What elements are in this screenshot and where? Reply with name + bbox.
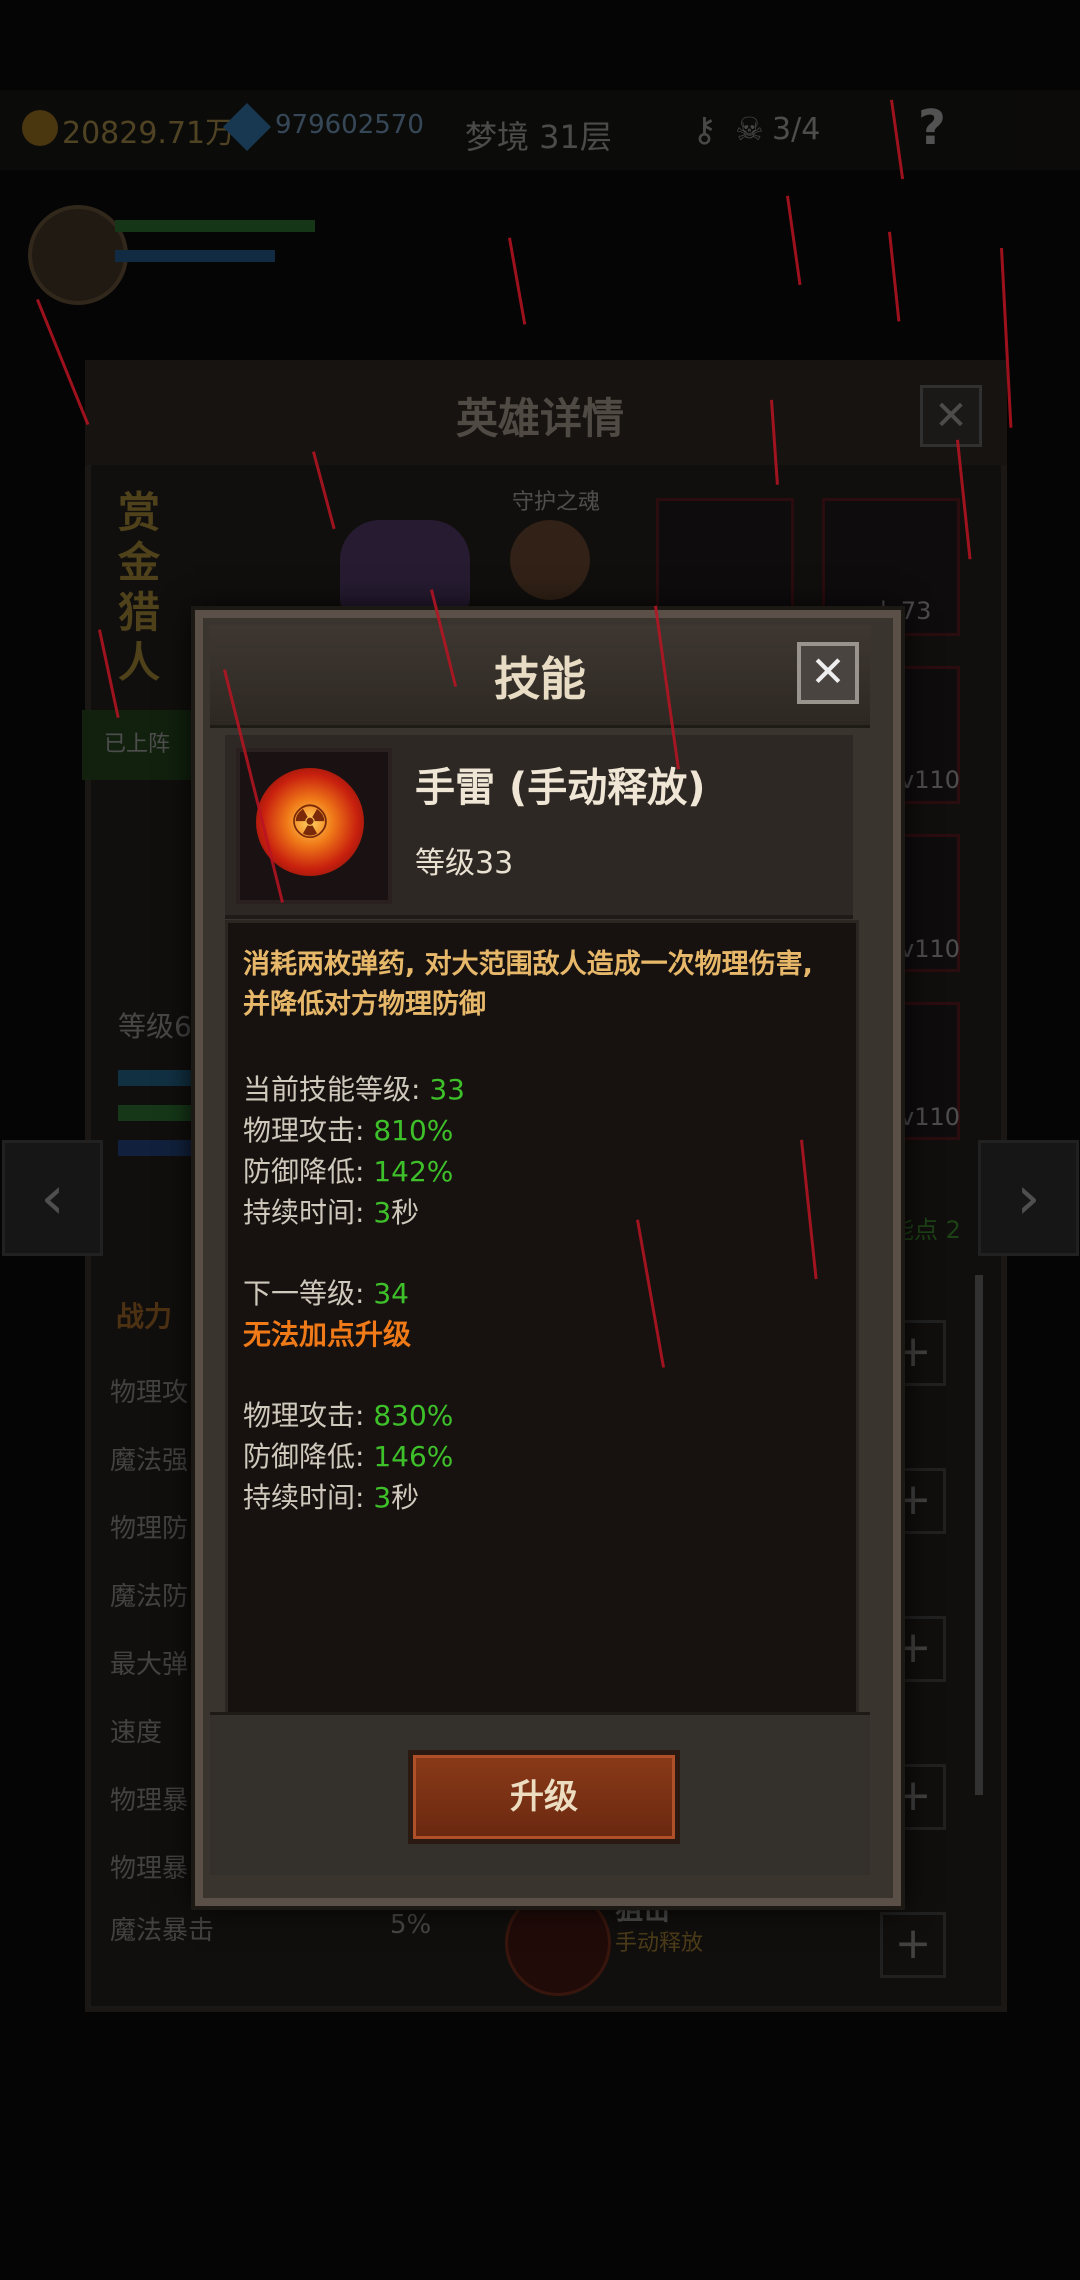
next-defense-label: 防御降低:	[243, 1440, 374, 1473]
stat-label: 魔法暴击	[110, 1916, 215, 1946]
next-duration-unit: 秒	[391, 1481, 420, 1514]
next-hero-button[interactable]: ›	[978, 1140, 1079, 1256]
current-defense-value: 142%	[373, 1155, 454, 1188]
stat-label: 物理暴	[110, 1854, 189, 1884]
stat-label: 速度	[110, 1718, 163, 1748]
hero-detail-title: 英雄详情	[455, 394, 624, 443]
stat-label: 物理暴	[110, 1786, 189, 1816]
prev-hero-button[interactable]: ‹	[2, 1140, 103, 1256]
stat-label: 魔法强	[110, 1446, 189, 1476]
stat-label: 魔法防	[110, 1582, 189, 1612]
next-attack-value: 830%	[373, 1399, 454, 1432]
gold-coin-icon	[22, 110, 58, 146]
next-attack-label: 物理攻击:	[243, 1399, 374, 1432]
next-duration-label: 持续时间:	[243, 1481, 374, 1514]
close-button[interactable]: ✕	[797, 642, 859, 704]
current-duration-value: 3	[373, 1196, 392, 1229]
upgrade-warning: 无法加点升级	[243, 1318, 412, 1351]
snipe-skill-type: 手动释放	[615, 1931, 704, 1956]
next-level-label: 下一等级:	[243, 1277, 374, 1310]
next-duration-value: 3	[373, 1481, 392, 1514]
next-duration-line: 持续时间: 3秒	[243, 1476, 419, 1516]
on-team-badge: 已上阵	[82, 710, 192, 780]
stat-label: 物理防	[110, 1514, 189, 1544]
current-duration-label: 持续时间:	[243, 1196, 374, 1229]
dream-floor-label: 梦境 31层	[465, 118, 612, 156]
hero-name: 赏金猎人	[118, 488, 161, 687]
current-level-label: 当前技能等级:	[243, 1073, 430, 1106]
next-level-line: 下一等级: 34	[243, 1272, 409, 1312]
power-label: 战力	[116, 1300, 173, 1333]
current-attack-line: 物理攻击: 810%	[243, 1109, 453, 1149]
next-defense-line: 防御降低: 146%	[243, 1435, 453, 1475]
key-icon: ⚷	[692, 110, 717, 150]
current-defense-line: 防御降低: 142%	[243, 1150, 453, 1190]
current-duration-line: 持续时间: 3秒	[243, 1191, 419, 1231]
player-avatar[interactable]	[28, 205, 128, 305]
skill-description: 消耗两枚弹药, 对大范围敌人造成一次物理伤害, 并降低对方物理防御	[243, 949, 813, 1020]
hp-bar	[115, 220, 315, 232]
pet-sprite	[510, 520, 590, 600]
skull-icon: ☠	[735, 110, 764, 148]
current-level-value: 33	[429, 1073, 465, 1106]
equip-level: v110	[900, 1103, 961, 1131]
gold-amount: 20829.71万	[62, 116, 236, 151]
skill-modal-title: 技能	[494, 652, 586, 706]
current-level-line: 当前技能等级: 33	[243, 1068, 465, 1108]
next-level-value: 34	[373, 1277, 409, 1310]
skill-level: 等级33	[415, 846, 514, 881]
gem-amount: 979602570	[275, 110, 424, 140]
help-icon[interactable]: ?	[918, 100, 946, 156]
skill-name: 手雷 (手动释放)	[415, 765, 706, 811]
skill-list-scrollbar[interactable]	[975, 1275, 983, 1795]
current-duration-unit: 秒	[391, 1196, 420, 1229]
hero-detail-close-button[interactable]: ✕	[920, 385, 982, 447]
equip-level: v110	[900, 935, 961, 963]
magic-crit-value: 5%	[390, 1910, 432, 1940]
skill-plus-button[interactable]: +	[880, 1912, 946, 1978]
guard-soul-label: 守护之魂	[512, 490, 601, 515]
next-attack-line: 物理攻击: 830%	[243, 1394, 453, 1434]
upgrade-button[interactable]: 升级	[408, 1750, 680, 1844]
current-attack-label: 物理攻击:	[243, 1114, 374, 1147]
mp-bar	[115, 250, 275, 262]
current-defense-label: 防御降低:	[243, 1155, 374, 1188]
next-defense-value: 146%	[373, 1440, 454, 1473]
equip-level: v110	[900, 766, 961, 794]
stat-label: 最大弹	[110, 1650, 189, 1680]
stat-label: 物理攻	[110, 1378, 189, 1408]
current-attack-value: 810%	[373, 1114, 454, 1147]
hero-level: 等级6	[118, 1010, 192, 1043]
hero-sprite	[340, 520, 470, 610]
skull-count: 3/4	[772, 112, 821, 147]
